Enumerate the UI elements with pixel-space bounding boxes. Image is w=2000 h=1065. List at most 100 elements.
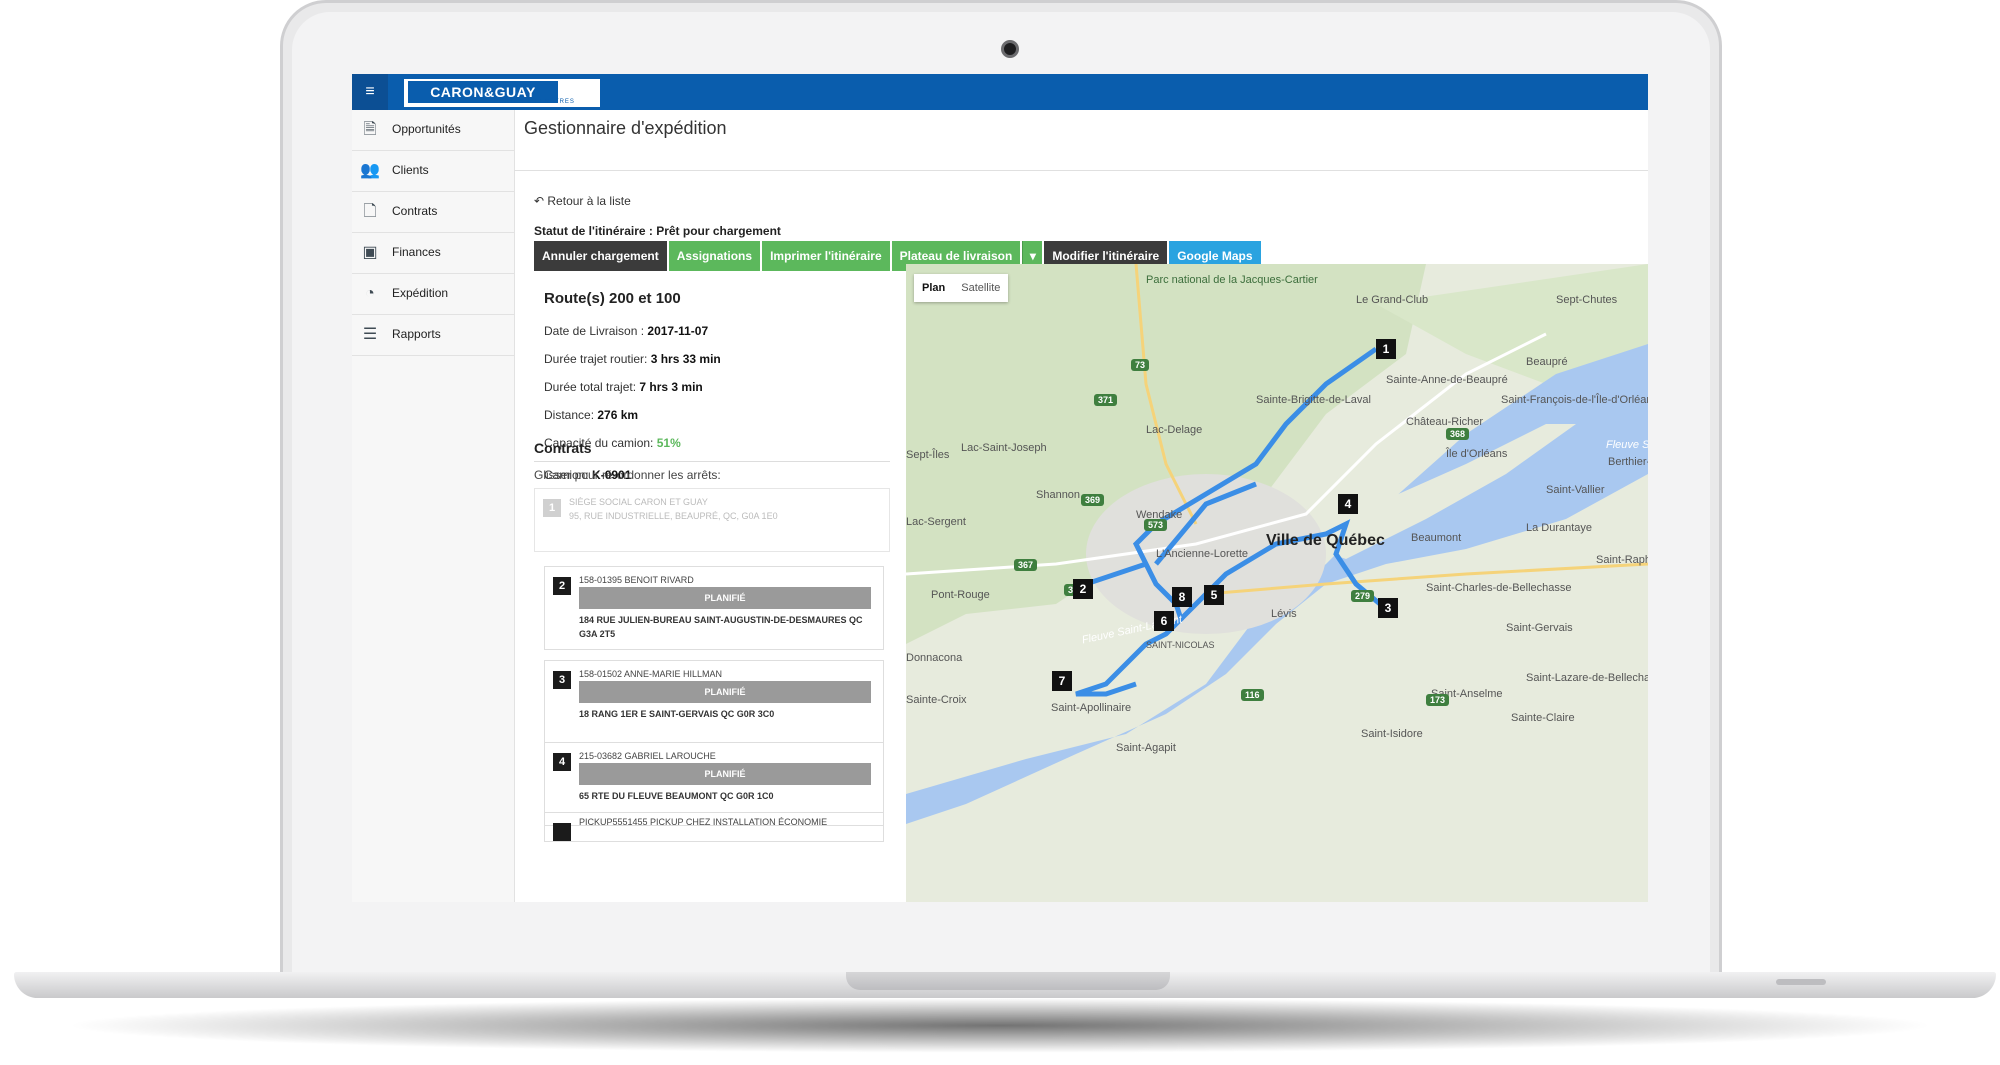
status-badge: PLANIFIÉ [579,681,871,703]
map-label: Lac-Delage [1146,424,1203,436]
map-label: Lac-Sergent [906,516,966,528]
map-stop-pin[interactable]: 6 [1154,611,1174,631]
map-label: Donnacona [906,652,963,664]
map-label: Fleuve Sai [1606,439,1648,451]
list-icon: ☰ [362,326,378,343]
map-label: Saint-Gervais [1506,622,1573,634]
camera-icon [1001,40,1019,58]
back-link[interactable]: ↶ Retour à la liste [534,194,631,208]
road-duration-label: Durée trajet routier: [544,352,651,366]
route-title: Route(s) 200 et 100 [544,290,681,307]
map-label: Pont-Rouge [931,589,990,601]
map-label: Saint-Isidore [1361,728,1423,740]
top-bar: ≡ CARON&GUAY PORTES & FENÊTRES [352,74,1648,110]
total-duration: Durée total trajet: 7 hrs 3 min [544,380,703,394]
stop-contract-id: 158-01395 BENOIT RIVARD [579,575,694,585]
stop-number-marker: 1 [543,499,561,517]
total-duration-label: Durée total trajet: [544,380,640,394]
origin-address: 95, RUE INDUSTRIELLE, BEAUPRÉ, QC, G0A 1… [569,511,778,521]
map-stop-pin[interactable]: 4 [1338,494,1358,514]
map-stop-pin[interactable]: 3 [1378,598,1398,618]
stop-card[interactable]: 2 158-01395 BENOIT RIVARD PLANIFIÉ 184 R… [544,566,884,650]
sidebar-item-rapports[interactable]: ☰ Rapports [352,315,514,356]
map-label: Sainte-Claire [1511,712,1575,724]
stop-contract-id: PICKUP5551455 PICKUP CHEZ INSTALLATION É… [579,817,828,827]
sidebar-item-label: Opportunités [392,122,461,136]
map-label: Sainte-Croix [906,694,967,706]
file-icon: 🗋 [363,203,377,220]
logo[interactable]: CARON&GUAY PORTES & FENÊTRES [402,77,602,109]
map-label: Sainte-Anne-de-Beaupré [1386,374,1508,386]
route-shield: 73 [1131,359,1150,371]
sidebar-item-finances[interactable]: ▣ Finances [352,233,514,274]
stop-number-marker: 4 [553,753,571,771]
divider [514,170,1648,171]
stop-number-marker: 2 [553,577,571,595]
map-label: L'Ancienne-Lorette [1156,548,1248,560]
map-type-toggle: Plan Satellite [914,274,1009,302]
map-satellite-button[interactable]: Satellite [953,274,1008,302]
logo-subtext: PORTES & FENÊTRES [494,99,575,105]
map-stop-pin[interactable]: 1 [1376,339,1396,359]
map-plan-button[interactable]: Plan [914,274,953,302]
back-link-label: Retour à la liste [547,194,631,208]
map-label: Saint-Agapit [1116,742,1176,754]
map-stop-pin[interactable]: 8 [1172,587,1192,607]
route-shield: 367 [1014,559,1038,571]
sidebar: 🗎 Opportunités 👥 Clients 🗋 Contrats ▣ Fi… [352,110,515,902]
stop-card[interactable]: 3 158-01502 ANNE-MARIE HILLMAN PLANIFIÉ … [544,660,884,744]
map-label: Saint-Vallier [1546,484,1605,496]
stop-card[interactable]: PICKUP5551455 PICKUP CHEZ INSTALLATION É… [544,812,884,842]
gauge-icon: ◔ [365,285,375,302]
total-duration-value: 7 hrs 3 min [639,380,703,394]
sidebar-item-opportunites[interactable]: 🗎 Opportunités [352,110,514,151]
road-duration-value: 3 hrs 33 min [650,352,721,366]
map-label: Le Grand-Club [1356,294,1429,306]
status-badge: PLANIFIÉ [579,763,871,785]
map-label: Saint-Charles-de-Bellechasse [1426,582,1572,594]
sidebar-item-label: Contrats [392,204,438,218]
laptop-notch [846,972,1170,990]
page-title: Gestionnaire d'expédition [524,118,727,138]
delivery-date: Date de Livraison : 2017-11-07 [544,324,708,338]
route-map[interactable]: Plan Satellite Parc national de la Jacqu… [906,264,1648,902]
map-stop-pin[interactable]: 7 [1052,671,1072,691]
sidebar-item-label: Finances [392,245,441,259]
map-label: Île d'Orléans [1446,448,1508,460]
stop-address: 184 RUE JULIEN-BUREAU SAINT-AUGUSTIN-DE-… [579,615,863,639]
map-label: Beaumont [1411,532,1462,544]
assignments-button[interactable]: Assignations [668,241,761,271]
users-icon: 👥 [360,162,380,179]
road-duration: Durée trajet routier: 3 hrs 33 min [544,352,721,366]
distance-value: 276 km [597,408,639,422]
route-shield: 369 [1081,494,1105,506]
map-label: Berthier- [1608,456,1648,468]
laptop-slot [1776,979,1826,985]
route-shield: 368 [1446,428,1470,440]
route-shield: 116 [1241,689,1264,701]
map-label: Sept-Îles [906,449,950,461]
distance: Distance: 276 km [544,408,638,422]
route-status: Statut de l'itinéraire : Prêt pour charg… [534,224,781,238]
map-label: Saint-Raph [1596,554,1648,566]
map-label: Sainte-Brigitte-de-Laval [1256,394,1371,406]
status-badge: PLANIFIÉ [579,587,871,609]
main-content: Gestionnaire d'expédition ↶ Retour à la … [514,110,1648,902]
document-icon: 🗎 [363,121,377,138]
sidebar-item-contrats[interactable]: 🗋 Contrats [352,192,514,233]
divider [534,461,890,462]
map-label: Saint-Lazare-de-Bellechas [1526,672,1648,684]
route-shield: 173 [1426,694,1450,706]
map-stop-pin[interactable]: 5 [1204,585,1224,605]
map-label: Lac-Saint-Joseph [961,442,1047,454]
print-route-button[interactable]: Imprimer l'itinéraire [762,241,890,271]
cancel-loading-button[interactable]: Annuler chargement [534,241,667,271]
hamburger-icon[interactable]: ≡ [352,74,388,110]
drag-hint: Glisser pour ré-ordonner les arrêts: [534,468,721,482]
map-stop-pin[interactable]: 2 [1073,579,1093,599]
sidebar-item-expedition[interactable]: ◔ Expédition [352,274,514,315]
route-shield: 573 [1144,519,1168,531]
sidebar-item-clients[interactable]: 👥 Clients [352,151,514,192]
map-label: Beaupré [1526,356,1568,368]
delivery-date-value: 2017-11-07 [647,324,709,338]
